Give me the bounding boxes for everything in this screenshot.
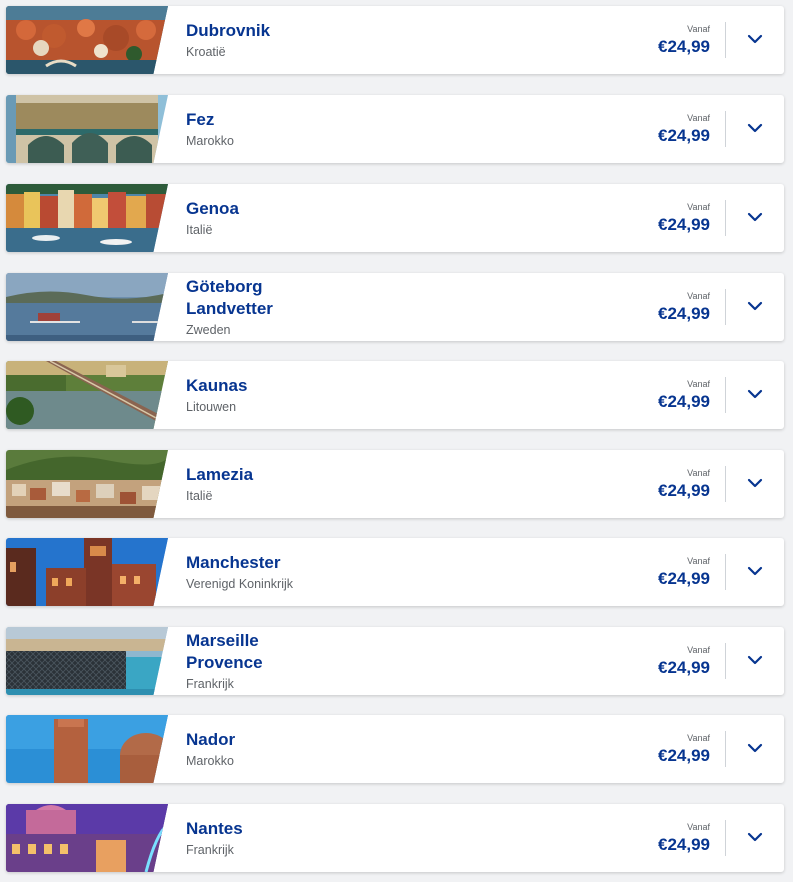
chevron-down-icon[interactable] (746, 828, 764, 846)
price-from-label: Vanaf (687, 201, 710, 212)
price-from-label: Vanaf (687, 112, 710, 123)
destination-city: Dubrovnik (186, 20, 271, 40)
price-value: €24,99 (658, 834, 710, 854)
price-value: €24,99 (658, 214, 710, 234)
destination-city: Marseille Provence (186, 630, 263, 672)
chevron-down-icon[interactable] (746, 208, 764, 226)
destination-photo (6, 361, 168, 429)
price-from-label: Vanaf (687, 821, 710, 832)
divider (725, 554, 726, 590)
destination-city: Nantes (186, 818, 243, 838)
destination-photo (6, 804, 168, 872)
destination-card-lamezia[interactable]: Lamezia Italië Vanaf €24,99 (6, 450, 784, 518)
divider (725, 820, 726, 856)
destination-photo (6, 450, 168, 518)
price-value: €24,99 (658, 36, 710, 56)
divider (725, 289, 726, 325)
destination-photo (6, 6, 168, 74)
price-from-label: Vanaf (687, 644, 710, 655)
destination-country: Litouwen (186, 399, 237, 414)
divider (725, 377, 726, 413)
destination-card-dubrovnik[interactable]: Dubrovnik Kroatië Vanaf €24,99 (6, 6, 784, 74)
divider (725, 22, 726, 58)
price-from-label: Vanaf (687, 378, 710, 389)
destination-country: Frankrijk (186, 676, 234, 691)
chevron-down-icon[interactable] (746, 385, 764, 403)
destination-card-marseille-provence[interactable]: Marseille Provence Frankrijk Vanaf €24,9… (6, 627, 784, 695)
chevron-down-icon[interactable] (746, 651, 764, 669)
price-from-label: Vanaf (687, 732, 710, 743)
destination-photo (6, 627, 168, 695)
destination-card-nantes[interactable]: Nantes Frankrijk Vanaf €24,99 (6, 804, 784, 872)
destination-card-genoa[interactable]: Genoa Italië Vanaf €24,99 (6, 184, 784, 252)
destination-city: Genoa (186, 198, 239, 218)
destination-country: Marokko (186, 133, 234, 148)
chevron-down-icon[interactable] (746, 474, 764, 492)
chevron-down-icon[interactable] (746, 297, 764, 315)
chevron-down-icon[interactable] (746, 562, 764, 580)
destination-country: Zweden (186, 322, 231, 337)
destination-photo (6, 273, 168, 341)
chevron-down-icon[interactable] (746, 739, 764, 757)
destination-photo (6, 538, 168, 606)
destination-country: Kroatië (186, 44, 226, 59)
destination-card-fez[interactable]: Fez Marokko Vanaf €24,99 (6, 95, 784, 163)
divider (725, 466, 726, 502)
divider (725, 111, 726, 147)
destination-card-nador[interactable]: Nador Marokko Vanaf €24,99 (6, 715, 784, 783)
price-from-label: Vanaf (687, 23, 710, 34)
destination-city: Göteborg Landvetter (186, 276, 273, 318)
destination-city: Fez (186, 109, 215, 129)
price-value: €24,99 (658, 303, 710, 323)
destination-country: Italië (186, 222, 213, 237)
price-value: €24,99 (658, 568, 710, 588)
divider (725, 643, 726, 679)
divider (725, 200, 726, 236)
destination-city: Nador (186, 729, 236, 749)
destination-country: Verenigd Koninkrijk (186, 576, 294, 591)
chevron-down-icon[interactable] (746, 30, 764, 48)
price-value: €24,99 (658, 657, 710, 677)
chevron-down-icon[interactable] (746, 119, 764, 137)
destination-city: Kaunas (186, 375, 248, 395)
destination-city: Manchester (186, 552, 281, 572)
destination-photo (6, 715, 168, 783)
destination-list: Dubrovnik Kroatië Vanaf €24,99 Fez Marok… (0, 0, 793, 882)
price-from-label: Vanaf (687, 467, 710, 478)
destination-city: Lamezia (186, 464, 254, 484)
price-value: €24,99 (658, 480, 710, 500)
destination-country: Italië (186, 488, 213, 503)
destination-card-manchester[interactable]: Manchester Verenigd Koninkrijk Vanaf €24… (6, 538, 784, 606)
price-value: €24,99 (658, 125, 710, 145)
destination-photo (6, 95, 168, 163)
destination-country: Marokko (186, 753, 234, 768)
price-value: €24,99 (658, 745, 710, 765)
destination-card-kaunas[interactable]: Kaunas Litouwen Vanaf €24,99 (6, 361, 784, 429)
price-value: €24,99 (658, 391, 710, 411)
price-from-label: Vanaf (687, 290, 710, 301)
divider (725, 731, 726, 767)
destination-photo (6, 184, 168, 252)
destination-card-goteborg-landvetter[interactable]: Göteborg Landvetter Zweden Vanaf €24,99 (6, 273, 784, 341)
price-from-label: Vanaf (687, 555, 710, 566)
destination-country: Frankrijk (186, 842, 234, 857)
